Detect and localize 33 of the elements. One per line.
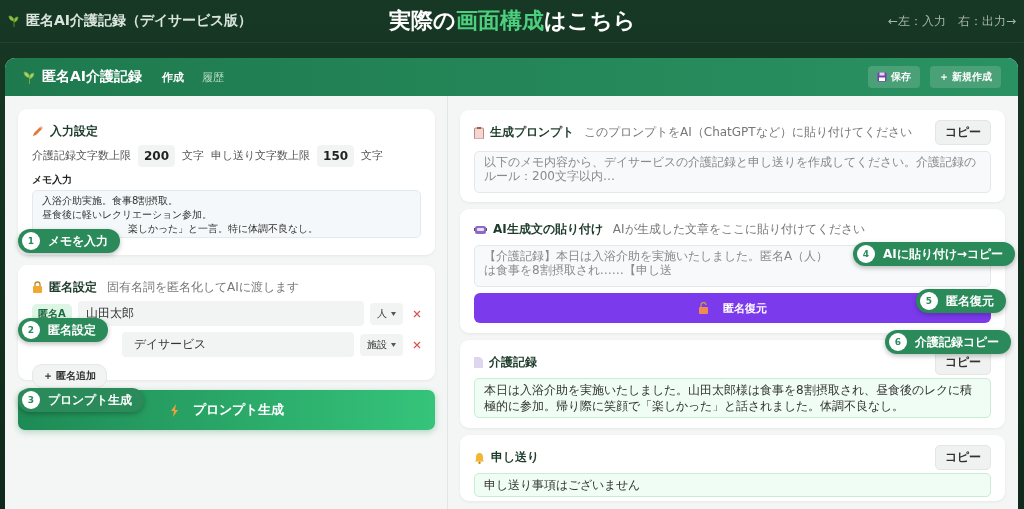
step-number: 2 — [22, 321, 40, 339]
handover-output: 申し送り事項はございません — [474, 473, 991, 497]
step-label: 介護記録コピー — [915, 333, 999, 351]
step-number: 6 — [889, 333, 907, 351]
section-title: 介護記録 — [489, 354, 537, 371]
step-number: 3 — [22, 391, 40, 409]
limit-label: 介護記録文字数上限 — [32, 149, 131, 163]
section-title: AI生成文の貼り付け — [493, 220, 603, 238]
memo-line: 入浴介助実施。食事8割摂取。 — [42, 194, 180, 208]
step-number: 4 — [857, 245, 875, 263]
step-number: 5 — [920, 292, 938, 310]
section-note: AIが生成した文章をここに貼り付けてください — [612, 220, 865, 238]
memo-line: 昼食後に軽いレクリエーション参加。 — [42, 208, 213, 222]
section-title: 匿名設定 — [49, 278, 97, 296]
section-note: 固有名詞を匿名化してAIに渡します — [107, 278, 299, 296]
headline: 実際の画面構成はこちら — [388, 6, 636, 35]
limit-label: 申し送り文字数上限 — [211, 149, 311, 163]
memo-line: 楽しかった」と一言。特に体調不良なし。 — [127, 222, 319, 236]
app-title: 匿名AI介護記録 — [42, 68, 143, 86]
unit-label: 文字 — [182, 149, 205, 163]
direction-hint: ←左：入力 — [887, 12, 946, 30]
section-note: このプロンプトをAI（ChatGPTなど）に貼り付けてください — [584, 124, 912, 141]
banner-title: 匿名AI介護記録（デイサービス版） — [26, 12, 253, 30]
section-title: 生成プロンプト — [490, 124, 574, 141]
section-title: 申し送り — [491, 449, 539, 466]
section-title: 入力設定 — [50, 122, 98, 140]
record-output: 本日は入浴介助を実施いたしました。山田太郎様は食事を8割摂取され、昼食後のレクに積極的に参加。帰り際に笑顔で「楽しかった」と話されました。体調不良なし。 — [474, 378, 991, 418]
memo-label: メモ入力 — [32, 173, 73, 187]
direction-hint: 右：出力→ — [957, 12, 1016, 30]
unit-label: 文字 — [361, 149, 384, 163]
step-label: プロンプト生成 — [48, 391, 132, 409]
step-number: 1 — [22, 232, 40, 250]
step-label: 匿名復元 — [946, 292, 994, 310]
